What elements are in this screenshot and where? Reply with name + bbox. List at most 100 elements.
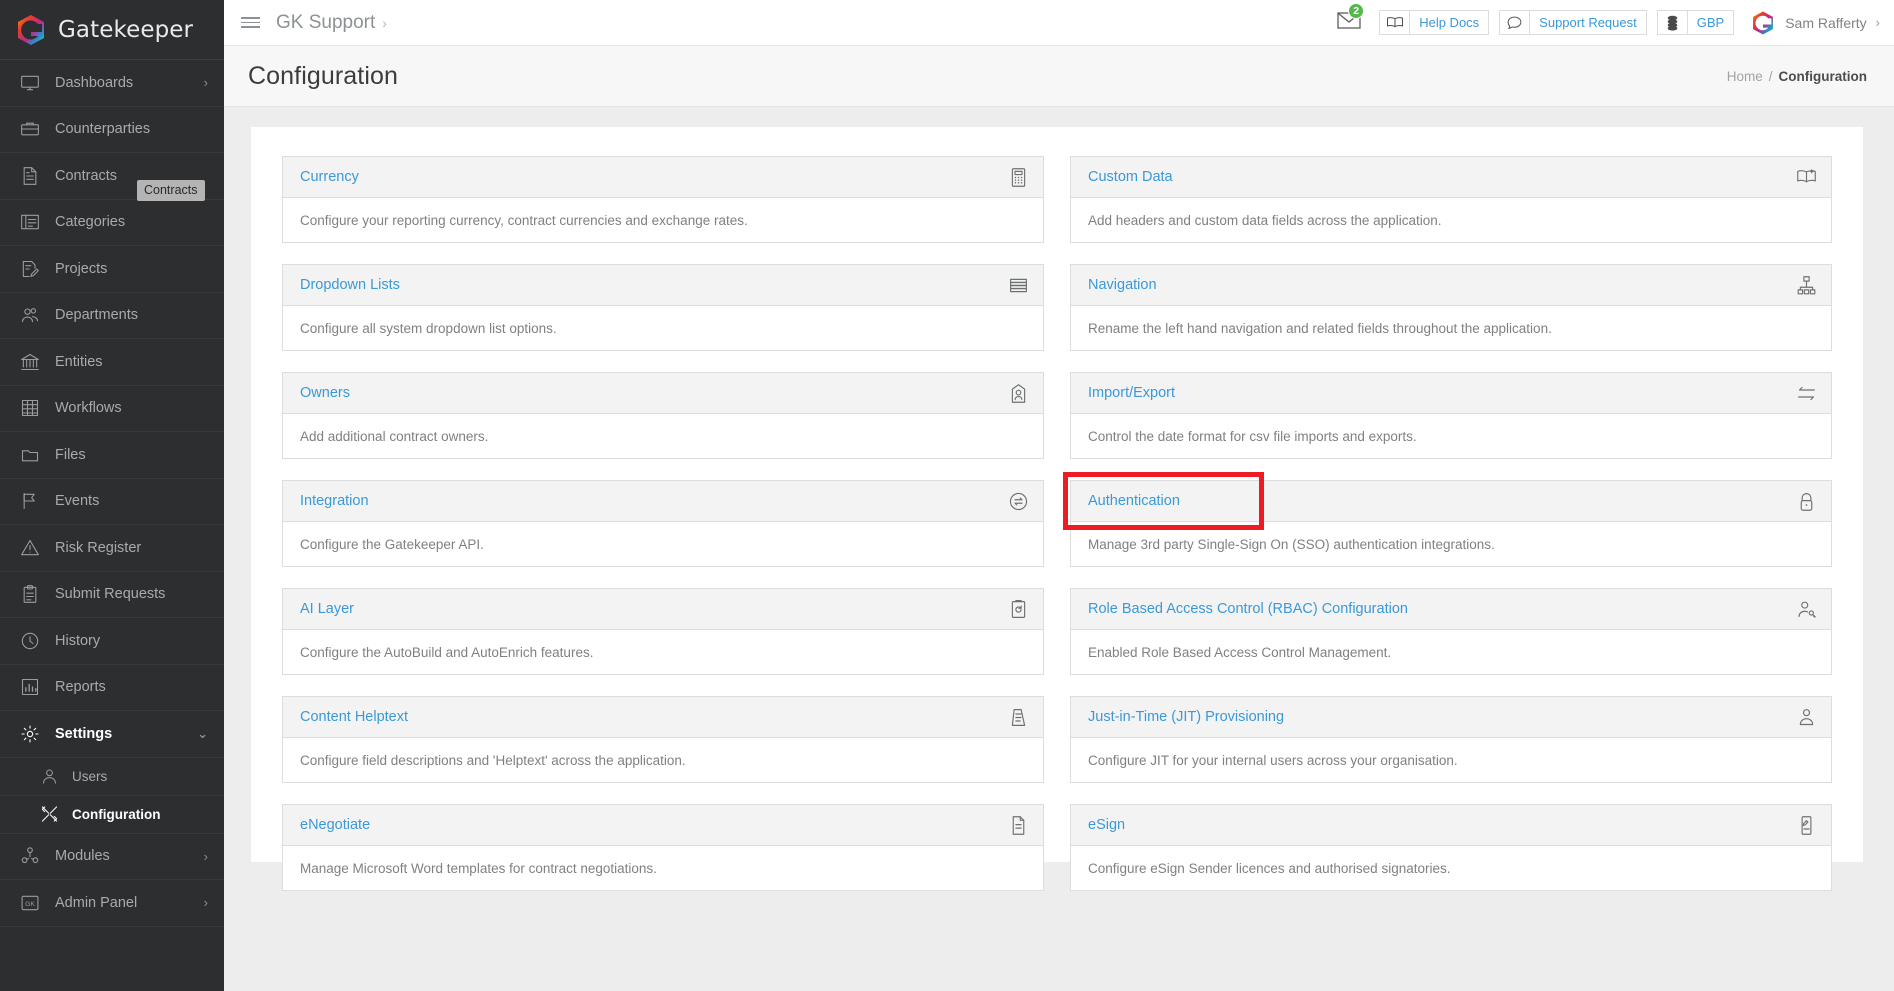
config-card-dropdown-lists[interactable]: Dropdown Lists Configure all system dropd… <box>282 264 1044 351</box>
config-card-currency[interactable]: Currency Configure your reporting currenc… <box>282 156 1044 243</box>
brand-name: Gatekeeper <box>58 16 194 43</box>
sidebar-item-settings[interactable]: Settings ⌄ <box>0 711 224 758</box>
config-card-header: Authentication <box>1071 481 1831 522</box>
config-card-esign[interactable]: eSign Configure eSign Sender licences and… <box>1070 804 1832 891</box>
gatekeeper-logo-icon <box>14 13 48 47</box>
user-key-icon <box>1795 598 1817 620</box>
config-card-description: Add additional contract owners. <box>300 428 489 444</box>
calculator-icon <box>1007 166 1029 188</box>
config-card-title-link[interactable]: Currency <box>300 169 1007 185</box>
config-card-header: Role Based Access Control (RBAC) Configu… <box>1071 589 1831 630</box>
sidebar-item-entities[interactable]: Entities <box>0 339 224 386</box>
config-card-title-link[interactable]: Dropdown Lists <box>300 277 1007 293</box>
config-card-content-helptext[interactable]: Content Helptext Configure field descript… <box>282 696 1044 783</box>
hamburger-icon[interactable] <box>224 14 276 31</box>
user-name: Sam Rafferty <box>1785 14 1867 31</box>
topbar-button-gbp[interactable]: GBP <box>1656 10 1735 35</box>
config-card-title-link[interactable]: Role Based Access Control (RBAC) Configu… <box>1088 601 1795 617</box>
config-card-owners[interactable]: Owners Add additional contract owners. <box>282 372 1044 459</box>
exchange-circle-icon <box>1007 490 1029 512</box>
workspace-breadcrumb[interactable]: GK Support › <box>276 12 387 34</box>
sidebar-item-risk-register[interactable]: Risk Register <box>0 525 224 572</box>
sidebar-item-history[interactable]: History <box>0 618 224 665</box>
sidebar-item-label: Projects <box>55 260 108 277</box>
brand[interactable]: Gatekeeper <box>0 0 224 60</box>
config-card-title-link[interactable]: Import/Export <box>1088 385 1795 401</box>
sidebar-item-dashboards[interactable]: Dashboards › <box>0 60 224 107</box>
helptext-doc-icon <box>1007 706 1029 728</box>
chevron-icon: ⌄ <box>197 726 208 742</box>
user-shield-icon <box>1795 706 1817 728</box>
config-card-title-link[interactable]: Navigation <box>1088 277 1795 293</box>
config-card-header: Integration <box>283 481 1043 522</box>
clipboard-icon <box>19 583 41 605</box>
sidebar-subitem-configuration[interactable]: Configuration <box>0 796 224 834</box>
gatekeeper-avatar-icon <box>1750 10 1776 36</box>
config-card-title-link[interactable]: Owners <box>300 385 1007 401</box>
config-card-custom-data[interactable]: Custom Data Add headers and custom data f… <box>1070 156 1832 243</box>
config-card-authentication[interactable]: Authentication Manage 3rd party Single-Si… <box>1063 472 1832 567</box>
config-card-title-link[interactable]: Custom Data <box>1088 169 1795 185</box>
main-region: GK Support › 2 Help Docs Support Request G… <box>224 0 1894 991</box>
topbar-button-help-docs[interactable]: Help Docs <box>1379 10 1490 35</box>
config-card-title-link[interactable]: eNegotiate <box>300 817 1007 833</box>
config-card-description: Configure the AutoBuild and AutoEnrich f… <box>300 644 594 660</box>
svg-text:GK: GK <box>25 901 35 908</box>
config-card-ai-layer[interactable]: AI Layer Configure the AutoBuild and Auto… <box>282 588 1044 675</box>
config-card-role-based-access-control-rbac-configuration[interactable]: Role Based Access Control (RBAC) Configu… <box>1070 588 1832 675</box>
config-card-integration[interactable]: Integration Configure the Gatekeeper API. <box>282 480 1044 567</box>
config-card-title-link[interactable]: Just-in-Time (JIT) Provisioning <box>1088 709 1795 725</box>
chat-bubble-icon <box>1500 11 1531 34</box>
sidebar-item-label: Dashboards <box>55 74 134 91</box>
sidebar-item-admin-panel[interactable]: GK Admin Panel › <box>0 880 224 927</box>
sidebar-subitem-label: Configuration <box>72 806 161 822</box>
page-header: Configuration Home / Configuration <box>224 46 1894 107</box>
config-card-just-in-time-jit-provisioning[interactable]: Just-in-Time (JIT) Provisioning Configure… <box>1070 696 1832 783</box>
sidebar-item-projects[interactable]: Projects <box>0 246 224 293</box>
page-title: Configuration <box>248 61 399 90</box>
messages-badge: 2 <box>1348 3 1365 19</box>
config-card-title-link[interactable]: Integration <box>300 493 1007 509</box>
sidebar-item-workflows[interactable]: Workflows <box>0 386 224 432</box>
config-card-import-export[interactable]: Import/Export Control the date format for… <box>1070 372 1832 459</box>
arrows-lr-icon <box>1795 382 1817 404</box>
config-card-header: Import/Export <box>1071 373 1831 414</box>
sidebar-item-categories[interactable]: Categories <box>0 200 224 246</box>
flag-icon <box>19 490 41 512</box>
sidebar-item-departments[interactable]: Departments <box>0 293 224 339</box>
sidebar-item-files[interactable]: Files <box>0 432 224 479</box>
modules-icon <box>19 845 41 867</box>
grid-table-icon <box>19 397 41 419</box>
gear-icon <box>19 723 41 745</box>
breadcrumb-home[interactable]: Home <box>1727 69 1763 84</box>
configuration-column-left: Currency Configure your reporting currenc… <box>282 156 1044 891</box>
config-card-header: Custom Data <box>1071 157 1831 198</box>
sidebar-item-reports[interactable]: Reports <box>0 665 224 711</box>
sidebar-item-label: Admin Panel <box>55 894 138 911</box>
messages-button[interactable]: 2 <box>1337 3 1365 34</box>
clock-icon <box>19 630 41 652</box>
config-card-title-link[interactable]: Authentication <box>1088 493 1795 509</box>
sidebar-subitem-label: Users <box>72 768 108 784</box>
config-card-description: Enabled Role Based Access Control Manage… <box>1088 644 1392 660</box>
config-card-description: Manage Microsoft Word templates for cont… <box>300 860 657 876</box>
sidebar-subitem-users[interactable]: Users <box>0 758 224 796</box>
config-card-title-link[interactable]: eSign <box>1088 817 1795 833</box>
book-icon <box>1380 11 1411 34</box>
sidebar-item-events[interactable]: Events <box>0 479 224 525</box>
briefcase-icon <box>19 118 41 140</box>
sidebar-item-modules[interactable]: Modules › <box>0 834 224 880</box>
config-card-header: Content Helptext <box>283 697 1043 738</box>
config-card-title-link[interactable]: Content Helptext <box>300 709 1007 725</box>
config-card-enegotiate[interactable]: eNegotiate Manage Microsoft Word template… <box>282 804 1044 891</box>
topbar-button-label: GBP <box>1696 15 1725 30</box>
user-menu[interactable]: Sam Rafferty › <box>1750 10 1880 36</box>
sidebar-item-counterparties[interactable]: Counterparties <box>0 107 224 153</box>
topbar-button-support-request[interactable]: Support Request <box>1499 10 1647 35</box>
config-card-title-link[interactable]: AI Layer <box>300 601 1007 617</box>
sidebar-item-submit-requests[interactable]: Submit Requests <box>0 572 224 618</box>
sidebar-item-label: Counterparties <box>55 121 151 138</box>
config-card-navigation[interactable]: Navigation Rename the left hand navigatio… <box>1070 264 1832 351</box>
sitemap-icon <box>1795 274 1817 296</box>
config-card-description: Configure your reporting currency, contr… <box>300 212 748 228</box>
